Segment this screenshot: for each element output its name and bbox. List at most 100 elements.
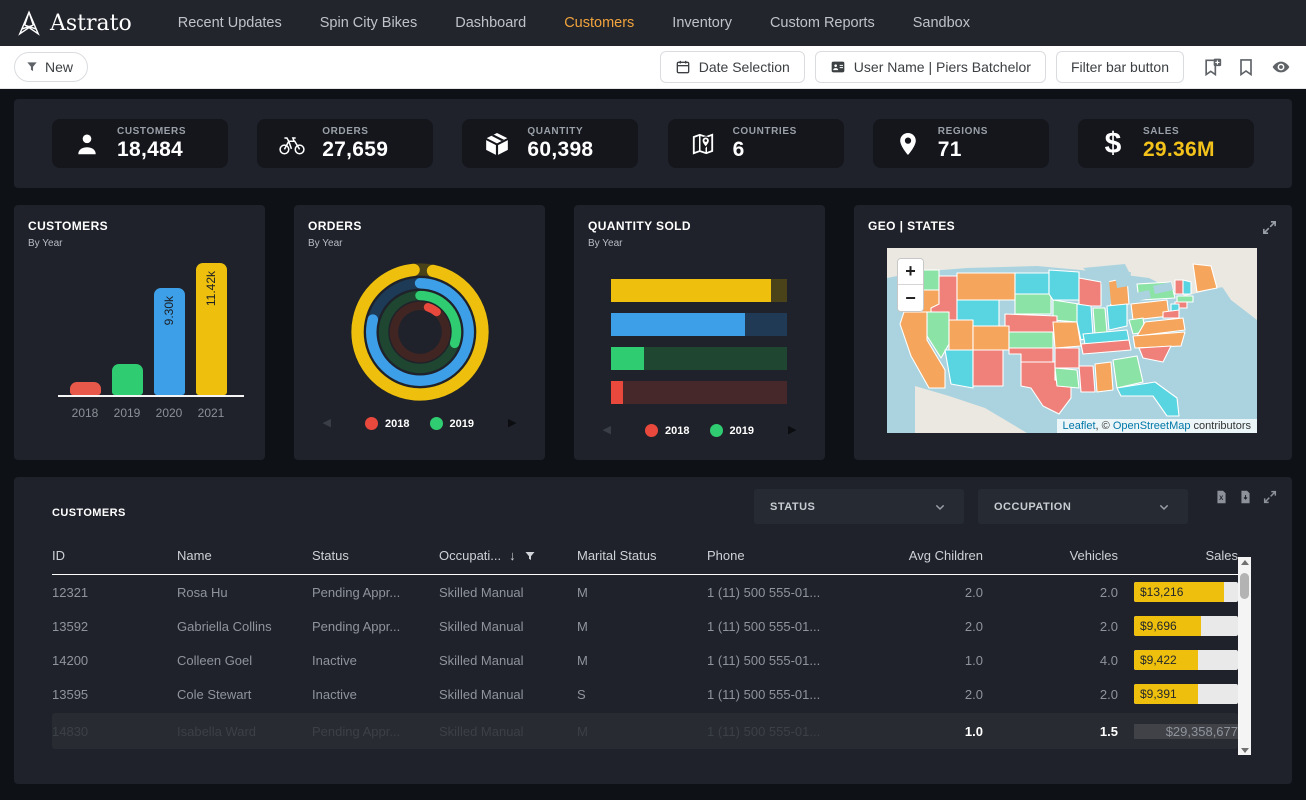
table-row[interactable]: 14200 Colleen Goel Inactive Skilled Manu… [52, 643, 1238, 677]
attribution-sep: , © [1096, 420, 1113, 432]
nav-item-custom-reports[interactable]: Custom Reports [770, 15, 875, 31]
bookmark-add-icon[interactable] [1202, 57, 1222, 77]
legend-item-2019[interactable]: 2019 [430, 417, 474, 430]
sort-desc-icon[interactable]: ↓ [509, 548, 516, 563]
col-header-vehicles[interactable]: Vehicles [983, 548, 1118, 574]
scrollbar-thumb[interactable] [1240, 573, 1249, 599]
legend-label: 2019 [450, 418, 474, 430]
export-excel-icon[interactable]: X [1214, 489, 1229, 505]
kpi-quantity: QUANTITY 60,398 [462, 119, 638, 168]
top-navigation: Astrato Recent Updates Spin City Bikes D… [0, 0, 1306, 46]
chart-title: CUSTOMERS [28, 219, 251, 233]
new-filter-label: New [45, 59, 73, 75]
kpi-value: 71 [938, 138, 988, 162]
zoom-out-button[interactable]: − [898, 285, 923, 311]
chevron-down-icon [1156, 499, 1172, 515]
toolbar-icons [1202, 57, 1292, 77]
sales-bar-cell: $9,696 [1118, 616, 1238, 636]
legend-prev-arrow[interactable]: ◀ [323, 418, 331, 429]
quantity-bar-chart [611, 279, 787, 404]
x-tick: 2018 [64, 406, 106, 420]
orders-donut-chart [308, 261, 531, 403]
col-header-occupation[interactable]: Occupati... ↓ [439, 548, 577, 574]
export-file-icon[interactable] [1238, 489, 1253, 505]
charts-row: CUSTOMERS By Year 9.30k 11.42k 2018 2019… [14, 205, 1292, 460]
bar-2021: 11.42k [196, 263, 227, 395]
bookmark-icon[interactable] [1236, 57, 1256, 77]
status-dropdown[interactable]: STATUS [754, 489, 964, 524]
table-header-row: ID Name Status Occupati... ↓ Marital Sta… [52, 548, 1238, 575]
totals-avg-children: 1.0 [872, 724, 983, 739]
col-header-name[interactable]: Name [177, 548, 312, 574]
calendar-icon [675, 59, 691, 75]
sales-bar: $9,696 [1134, 616, 1201, 636]
x-tick: 2020 [148, 406, 190, 420]
occupation-dropdown[interactable]: OCCUPATION [978, 489, 1188, 524]
location-pin-icon [893, 131, 923, 157]
kpi-customers: CUSTOMERS 18,484 [52, 119, 228, 168]
scroll-up-arrow[interactable] [1238, 557, 1251, 567]
eye-icon[interactable] [1270, 57, 1292, 77]
col-header-avg-children[interactable]: Avg Children [872, 548, 983, 574]
col-header-status[interactable]: Status [312, 548, 439, 574]
nav-item-dashboard[interactable]: Dashboard [455, 15, 526, 31]
expand-icon[interactable] [1261, 219, 1278, 236]
kpi-label: QUANTITY [527, 126, 593, 137]
legend-next-arrow[interactable]: ▶ [508, 418, 516, 429]
scroll-down-arrow[interactable] [1238, 745, 1251, 755]
zoom-in-button[interactable]: + [898, 259, 923, 285]
leaflet-link[interactable]: Leaflet [1063, 420, 1096, 432]
filter-toolbar: New Date Selection User Name | Piers Bat… [0, 46, 1306, 89]
bar-2020: 9.30k [154, 288, 185, 395]
table-scrollbar[interactable] [1238, 557, 1251, 755]
bar-label: 9.30k [162, 296, 176, 325]
legend-item-2018[interactable]: 2018 [645, 424, 689, 437]
sales-bar-cell: $13,216 [1118, 582, 1238, 602]
nav-item-inventory[interactable]: Inventory [672, 15, 732, 31]
x-tick: 2019 [106, 406, 148, 420]
user-name-button[interactable]: User Name | Piers Batchelor [815, 51, 1046, 83]
dollar-icon: $ [1098, 129, 1128, 159]
user-name-label: User Name | Piers Batchelor [854, 59, 1031, 75]
col-header-id[interactable]: ID [52, 548, 177, 574]
kpi-regions: REGIONS 71 [873, 119, 1049, 168]
kpi-label: ORDERS [322, 126, 388, 137]
new-filter-button[interactable]: New [14, 52, 88, 82]
kpi-label: REGIONS [938, 126, 988, 137]
nav-item-spin-city-bikes[interactable]: Spin City Bikes [320, 15, 418, 31]
sales-bar: $9,391 [1134, 684, 1198, 704]
legend-prev-arrow[interactable]: ◀ [603, 425, 611, 436]
table-row[interactable]: 12321 Rosa Hu Pending Appr... Skilled Ma… [52, 575, 1238, 609]
nav-item-recent-updates[interactable]: Recent Updates [178, 15, 282, 31]
leaflet-map[interactable]: + − Leaflet, © OpenStreetMap contributor… [887, 248, 1257, 433]
col-header-phone[interactable]: Phone [707, 548, 872, 574]
legend-dot [645, 424, 658, 437]
table-row[interactable]: 13592 Gabriella Collins Pending Appr... … [52, 609, 1238, 643]
x-tick: 2021 [190, 406, 232, 420]
col-header-marital[interactable]: Marital Status [577, 548, 707, 574]
legend-item-2018[interactable]: 2018 [365, 417, 409, 430]
kpi-value: 6 [733, 138, 797, 162]
filter-bar-button[interactable]: Filter bar button [1056, 51, 1184, 83]
logo-wordmark: Astrato [50, 11, 132, 36]
legend-label: 2018 [385, 418, 409, 430]
user-badge-icon [830, 59, 846, 75]
nav-item-customers[interactable]: Customers [564, 15, 634, 31]
col-header-sales[interactable]: Sales [1118, 548, 1238, 574]
date-selection-button[interactable]: Date Selection [660, 51, 805, 83]
nav-item-sandbox[interactable]: Sandbox [913, 15, 970, 31]
table-row[interactable]: 13595 Cole Stewart Inactive Skilled Manu… [52, 677, 1238, 711]
dashboard-main: CUSTOMERS 18,484 ORDERS 27,659 [0, 89, 1306, 784]
expand-icon[interactable] [1262, 489, 1278, 505]
column-filter-icon[interactable] [524, 550, 536, 562]
customers-chart-card: CUSTOMERS By Year 9.30k 11.42k 2018 2019… [14, 205, 265, 460]
astrato-logo[interactable]: Astrato [16, 10, 132, 36]
geo-title: GEO | STATES [868, 219, 955, 233]
legend-dot [365, 417, 378, 430]
map-zoom-control: + − [897, 258, 924, 312]
osm-link[interactable]: OpenStreetMap [1113, 420, 1191, 432]
kpi-sales: $ SALES 29.36M [1078, 119, 1254, 168]
legend-item-2019[interactable]: 2019 [710, 424, 754, 437]
legend-next-arrow[interactable]: ▶ [788, 425, 796, 436]
quantity-legend: ◀ 2018 2019 ▶ [588, 424, 811, 437]
